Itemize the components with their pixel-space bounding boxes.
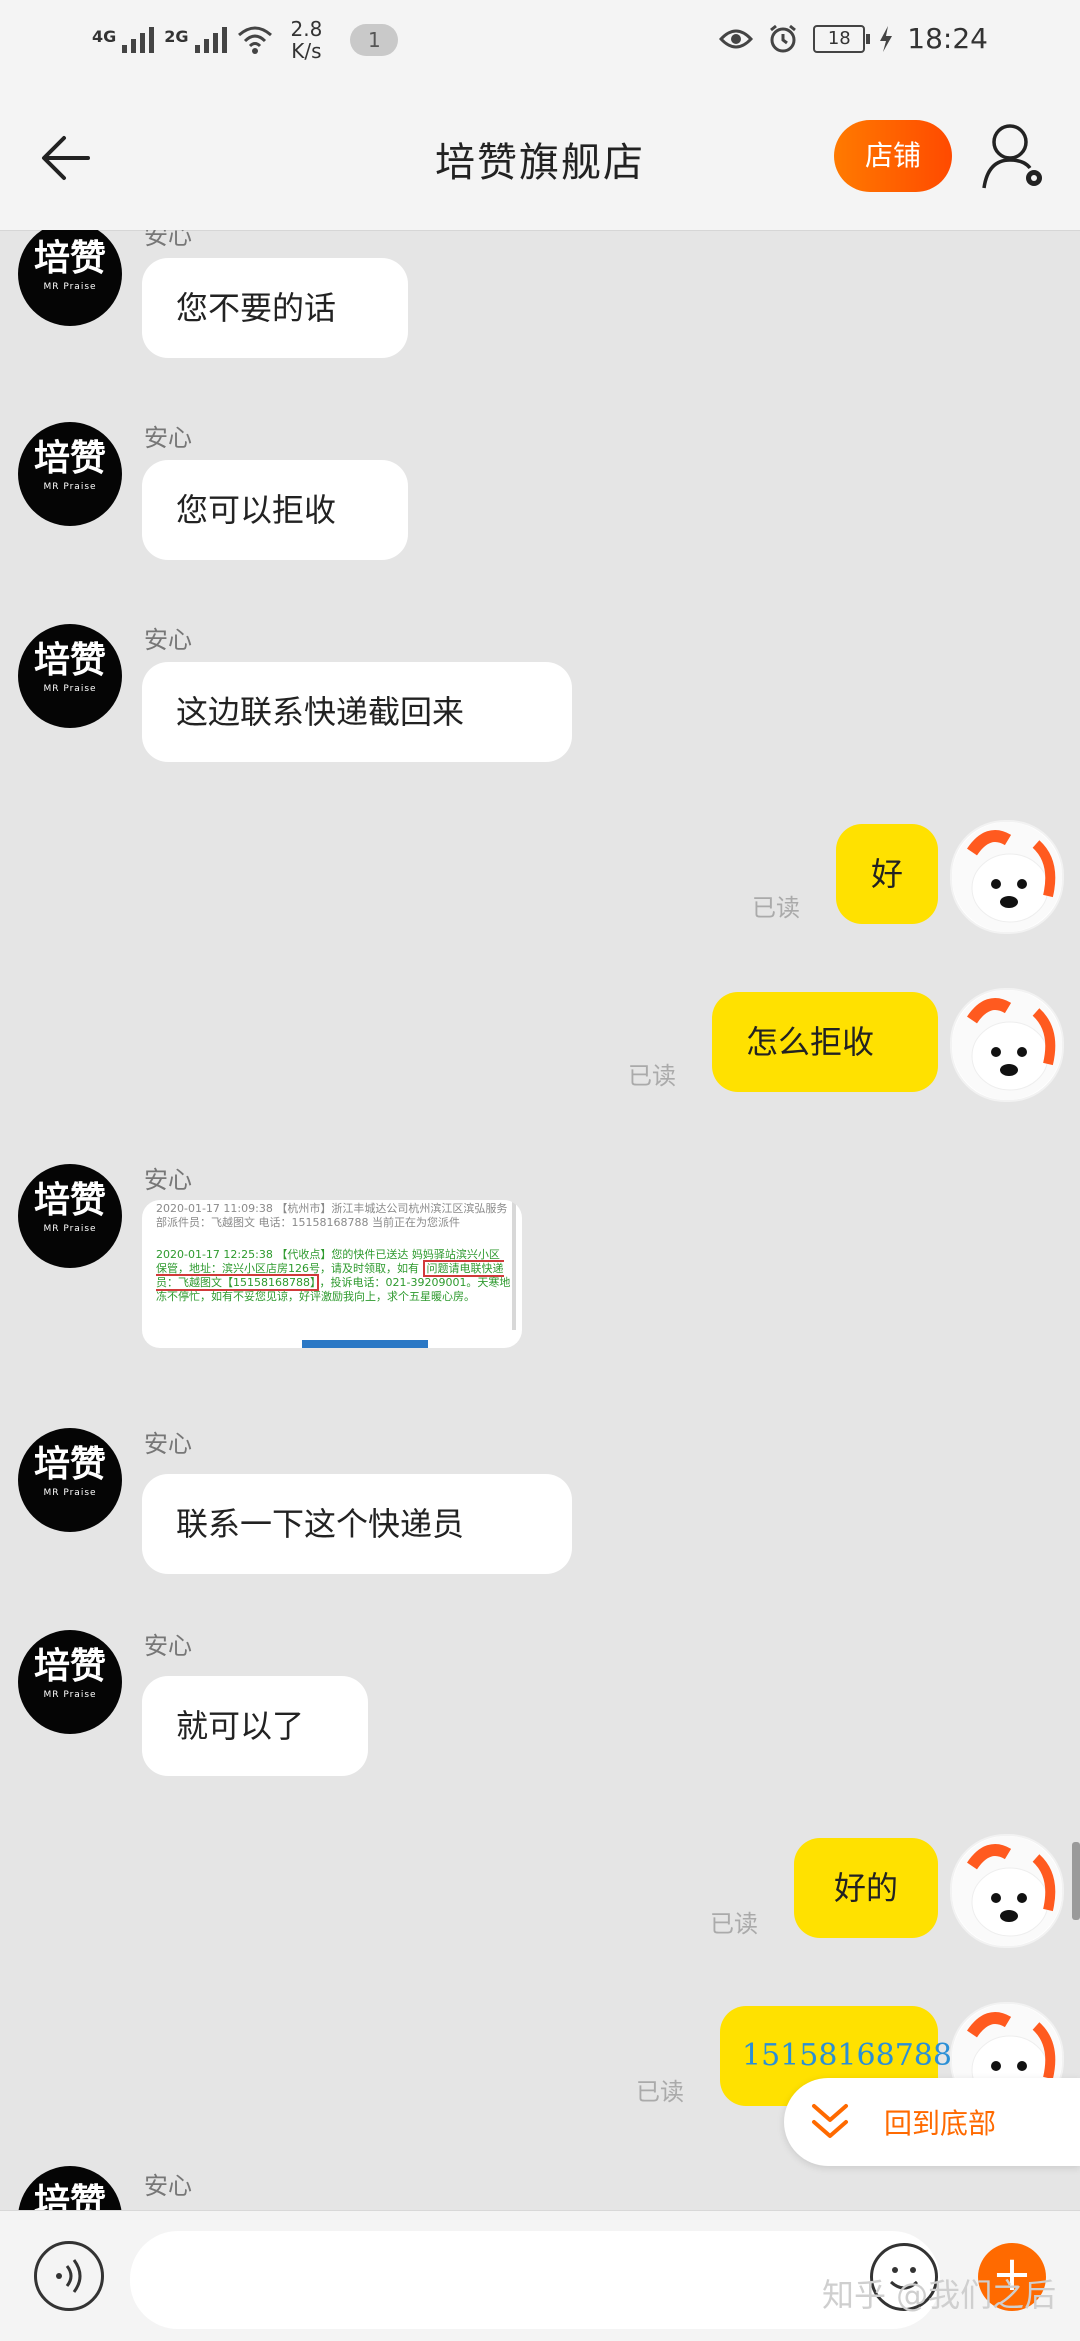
shop-avatar[interactable]: 培赞 MR Praise <box>18 1428 122 1532</box>
notification-count-badge: 1 <box>350 24 399 56</box>
read-receipt: 已读 <box>636 2078 684 2106</box>
status-right: 18 18:24 <box>719 22 988 55</box>
avatar-subtext: MR Praise <box>43 282 97 292</box>
status-bar: 4G 2G 2.8 K/s 1 18 18:24 <box>0 0 1080 86</box>
clock: 18:24 <box>907 22 988 55</box>
watermark: 知乎 @我们之后 <box>822 2276 1057 2314</box>
voice-input-button[interactable] <box>34 2241 104 2311</box>
avatar-text: 培赞 <box>33 639 106 681</box>
sender-name: 安心 <box>144 1632 192 1660</box>
avatar-text: 培赞 <box>33 237 106 279</box>
message-bubble[interactable]: 您可以拒收 <box>142 460 408 560</box>
back-to-bottom-button[interactable]: 回到底部 <box>784 2078 1080 2166</box>
avatar-subtext: MR Praise <box>43 1690 97 1700</box>
message-bubble[interactable]: 这边联系快递截回来 <box>142 662 572 762</box>
avatar-text: 培赞 <box>33 2181 106 2210</box>
message-bubble[interactable]: 好 <box>836 824 938 924</box>
user-avatar[interactable] <box>950 988 1064 1102</box>
read-receipt: 已读 <box>752 894 800 922</box>
eye-icon <box>719 29 754 48</box>
dog-avatar-icon <box>952 822 1062 932</box>
avatar-subtext: MR Praise <box>43 1488 97 1498</box>
image-text-line: 2020-01-17 12:25:38 【代收点】您的快件已送达 妈妈驿站滨兴小… <box>142 1244 522 1326</box>
back-to-bottom-label: 回到底部 <box>884 2107 997 2140</box>
chat-scrollbar[interactable] <box>1072 1842 1080 1920</box>
avatar-text: 培赞 <box>33 1179 106 1221</box>
shop-avatar[interactable]: 培赞 MR Praise <box>18 624 122 728</box>
message-bubble[interactable]: 联系一下这个快递员 <box>142 1474 572 1574</box>
dog-avatar-icon <box>952 1836 1062 1946</box>
avatar-text: 培赞 <box>33 1645 106 1687</box>
image-message[interactable]: 2020-01-17 11:09:38 【杭州市】浙江丰城达公司杭州滨江区滨弘服… <box>142 1200 522 1348</box>
chat-area[interactable]: 培赞 MR Praise 安心 您不要的话 培赞 MR Praise 安心 您可… <box>0 230 1080 2210</box>
shop-button[interactable]: 店铺 <box>834 120 952 192</box>
wifi-icon <box>237 26 272 54</box>
status-left: 4G 2G 2.8 K/s 1 <box>92 18 399 62</box>
sender-name: 安心 <box>144 2172 192 2200</box>
avatar-subtext: MR Praise <box>43 1224 97 1234</box>
header: 培赞旗舰店 店铺 <box>0 86 1080 231</box>
sender-name: 安心 <box>144 1430 192 1458</box>
sender-name: 安心 <box>144 424 192 452</box>
message-bubble[interactable]: 您不要的话 <box>142 258 408 358</box>
image-text-line: 2020-01-17 11:09:38 【杭州市】浙江丰城达公司杭州滨江区滨弘服… <box>156 1202 508 1229</box>
sender-name: 安心 <box>144 1166 192 1194</box>
avatar-text: 培赞 <box>33 437 106 479</box>
avatar-subtext: MR Praise <box>43 684 97 694</box>
shop-avatar[interactable]: 培赞 MR Praise <box>18 422 122 526</box>
image-bottom-bar <box>302 1340 428 1348</box>
network-type-label: 4G <box>92 27 117 46</box>
charging-icon <box>880 25 893 52</box>
message-bubble[interactable]: 好的 <box>794 1838 938 1938</box>
double-chevron-down-icon <box>812 2104 848 2138</box>
read-receipt: 已读 <box>710 1910 758 1938</box>
user-settings-icon[interactable] <box>980 120 1048 192</box>
sender-name: 安心 <box>144 626 192 654</box>
user-avatar[interactable] <box>950 820 1064 934</box>
signal-4g-icon: 4G <box>92 27 155 53</box>
user-avatar[interactable] <box>950 1834 1064 1948</box>
shop-avatar[interactable]: 培赞 MR Praise <box>18 1630 122 1734</box>
voice-icon <box>56 2259 82 2293</box>
battery-icon: 18 <box>813 24 871 53</box>
message-bubble[interactable]: 怎么拒收 <box>712 992 938 1092</box>
network-type-label: 2G <box>164 27 189 46</box>
speed-unit: K/s <box>291 39 322 63</box>
shop-avatar[interactable]: 培赞 MR Praise <box>18 1164 122 1268</box>
network-speed: 2.8 K/s <box>291 18 323 62</box>
signal-2g-icon: 2G <box>164 27 227 53</box>
dog-avatar-icon <box>952 990 1062 1100</box>
image-scrollbar <box>512 1200 516 1330</box>
alarm-icon <box>770 24 797 52</box>
shop-avatar[interactable]: 培赞 MR Praise <box>18 2166 122 2210</box>
avatar-text: 培赞 <box>33 1443 106 1485</box>
message-input[interactable] <box>130 2231 940 2329</box>
speed-value: 2.8 <box>290 17 323 41</box>
avatar-subtext: MR Praise <box>43 482 97 492</box>
read-receipt: 已读 <box>628 1062 676 1090</box>
shop-avatar[interactable]: 培赞 MR Praise <box>18 230 122 326</box>
sender-name: 安心 <box>144 230 192 250</box>
message-bubble[interactable]: 就可以了 <box>142 1676 368 1776</box>
